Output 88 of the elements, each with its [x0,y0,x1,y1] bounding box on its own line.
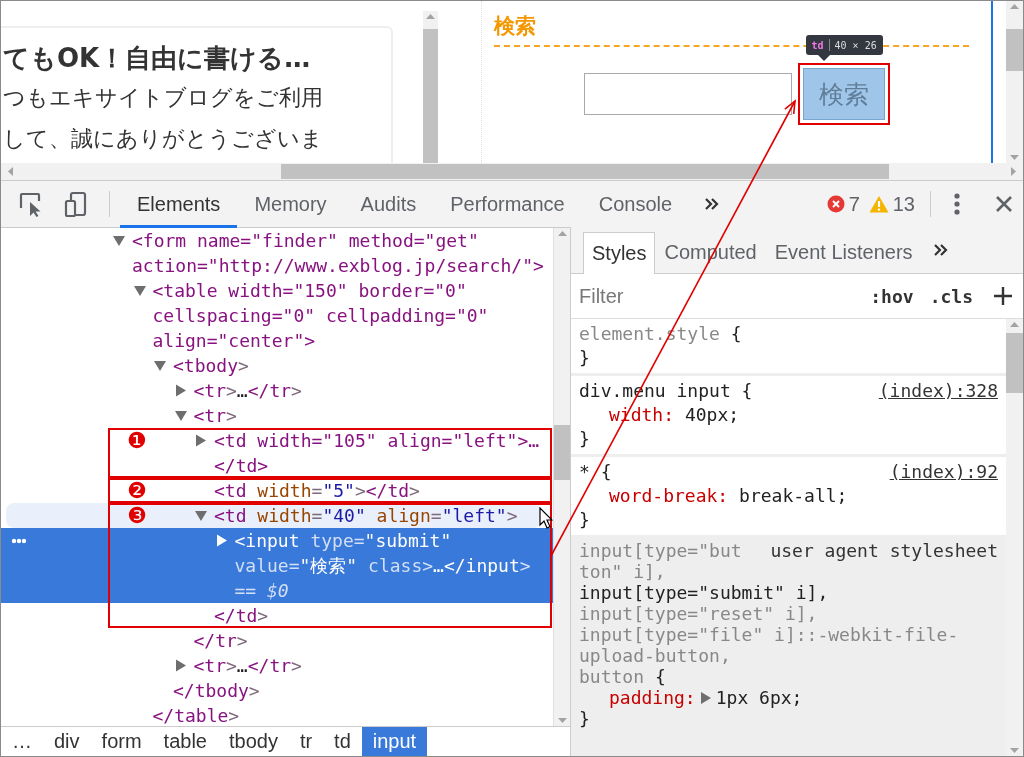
error-count[interactable]: 7 [848,192,860,216]
devtools-tab[interactable]: Console [581,180,690,228]
class-toggle-button[interactable]: .cls [921,285,981,307]
dom-node[interactable]: <tr> [193,403,551,428]
scrollbar[interactable] [1006,1,1023,163]
css-selector: * [579,461,590,482]
post-title[interactable]: てもOK！自由に書ける… [3,40,391,76]
triangle-right-icon[interactable] [699,691,712,705]
dom-node[interactable]: </table> [152,703,551,726]
devtools-tab[interactable]: Elements [120,180,238,228]
dom-node[interactable]: </tbody> [173,678,551,703]
property-value: 1px 6px; [715,687,803,708]
search-field[interactable] [583,73,792,115]
css-selector: input[type="reset" i], [579,603,819,624]
triangle-down-icon[interactable] [153,359,167,372]
brace: { [741,380,753,401]
dom-node[interactable]: </tr> [193,628,551,653]
css-selector: input[type="submit" i], [579,582,830,603]
breadcrumb-item[interactable]: … [1,727,43,756]
styles-tab[interactable]: Event Listeners [765,231,922,273]
dom-node[interactable]: <td width="105" align="left">…</td> [214,428,551,478]
breadcrumb-item[interactable]: tbody [217,727,289,756]
dom-node[interactable]: </td> [214,603,551,628]
triangle-down-icon[interactable] [194,509,208,522]
post-text: して、誠にありがとうございま [3,125,324,153]
tooltip-size: 40 × 26 [834,39,877,51]
scrollbar-thumb[interactable] [554,425,570,480]
css-selector: input[type="button" i], [579,540,742,582]
triangle-down-icon[interactable] [132,284,147,297]
more-icon[interactable] [11,538,27,544]
breadcrumb-item[interactable]: td [323,727,362,756]
brace: { [600,461,612,482]
warning-icon[interactable] [868,195,889,213]
devtools-tab[interactable]: Performance [433,180,582,228]
error-icon[interactable] [826,195,845,213]
dom-node[interactable]: <table width="150" border="0" cellspacing="0" cellpadding="0" align="center"> [152,278,551,353]
brace: { [730,323,742,344]
source-link[interactable]: (index):328 [878,379,998,403]
more-options-icon[interactable] [953,192,961,216]
breadcrumb-item[interactable]: table [152,727,218,756]
post-text: つもエキサイトブログをご利用 [3,84,324,112]
triangle-down-icon[interactable] [173,409,188,422]
scrollbar[interactable] [553,228,570,726]
scrollbar-thumb[interactable] [1006,333,1023,393]
brace: } [579,509,590,530]
plus-icon[interactable] [993,286,1013,306]
styles-tab[interactable]: Styles [583,232,656,274]
breadcrumb-item[interactable]: input [361,727,428,756]
property-value: 40px; [684,404,740,425]
triangle-right-icon[interactable] [214,534,229,547]
mouse-pointer-icon [539,507,553,529]
dom-node[interactable]: <tr>…</tr> [193,378,551,403]
triangle-down-icon[interactable] [112,234,126,247]
close-icon[interactable] [995,195,1013,213]
source-label: user agent stylesheet [770,540,998,561]
scrollbar[interactable] [1,163,1023,180]
annotation-number: ❷ [127,478,147,503]
property-name: padding: [609,687,696,708]
breadcrumb-item[interactable]: form [90,727,153,756]
breadcrumb-item[interactable]: div [43,727,91,756]
property-value: break-all; [739,485,848,506]
dom-node[interactable]: <td width="5"></td> [214,478,551,503]
warning-count[interactable]: 13 [892,192,915,216]
annotation-number: ❸ [127,503,147,528]
scrollbar-thumb[interactable] [281,164,889,179]
source-link[interactable]: (index):92 [889,460,998,484]
dom-node[interactable]: <tr>…</tr> [193,653,551,678]
annotation-number: ❶ [127,428,147,453]
brace: { [654,666,666,687]
css-selector: button [579,666,645,687]
scrollbar-thumb[interactable] [1006,29,1023,71]
triangle-right-icon[interactable] [194,434,208,447]
dom-node[interactable]: <form name="finder" method="get" action="http://www.exblog.jp/search/"> [132,228,551,278]
devtools-tab[interactable]: Memory [237,180,344,228]
hover-state-button[interactable]: :hov [862,285,922,307]
brace: } [579,708,590,729]
brace: } [579,347,590,368]
tooltip-tag: td [811,39,824,51]
devtools-tab[interactable]: Audits [343,180,434,228]
scrollbar[interactable] [1006,319,1023,756]
section-title: 検索 [494,13,537,40]
brace: } [579,428,590,449]
triangle-right-icon[interactable] [173,659,188,672]
property-name: word-break: [609,485,729,506]
breadcrumb-item[interactable]: tr [288,727,324,756]
filter-field[interactable]: Filter [577,283,863,309]
triangle-right-icon[interactable] [173,384,188,397]
dom-node[interactable]: <tbody> [173,353,551,378]
